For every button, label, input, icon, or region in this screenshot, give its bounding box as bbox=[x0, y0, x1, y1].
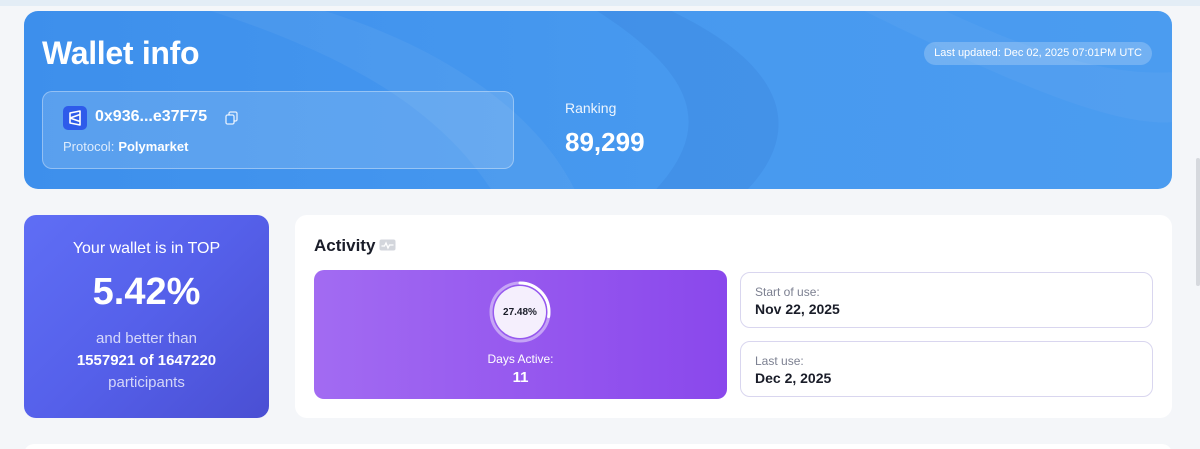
protocol-value: Polymarket bbox=[118, 139, 189, 154]
page-title: Wallet info bbox=[42, 35, 200, 71]
activity-chart-icon[interactable] bbox=[379, 239, 396, 252]
days-active-panel: 27.48% Days Active: 11 bbox=[314, 270, 727, 399]
protocol-row: Protocol: Polymarket bbox=[63, 139, 188, 154]
activity-title: Activity bbox=[314, 236, 376, 255]
ranking-label: Ranking bbox=[565, 100, 617, 116]
top-heading: Your wallet is in TOP bbox=[72, 240, 221, 257]
copy-icon[interactable] bbox=[225, 111, 238, 125]
start-of-use-box: Start of use: Nov 22, 2025 bbox=[740, 272, 1153, 328]
participant-count: 1557921 of 1647220 bbox=[76, 352, 217, 369]
participants-label: participants bbox=[108, 374, 185, 391]
wallet-address: 0x936...e37F75 bbox=[95, 108, 208, 125]
days-active-value: 11 bbox=[512, 369, 529, 386]
next-section-card bbox=[24, 444, 1172, 449]
last-use-box: Last use: Dec 2, 2025 bbox=[740, 341, 1153, 397]
top-rank-card: Your wallet is in TOP 5.42% and better t… bbox=[24, 215, 269, 418]
last-updated-badge: Last updated: Dec 02, 2025 07:01PM UTC bbox=[924, 42, 1152, 65]
top-percent: 5.42% bbox=[92, 271, 201, 313]
better-than-label: and better than bbox=[96, 330, 197, 347]
protocol-label: Protocol: bbox=[63, 139, 115, 154]
wallet-address-box: 0x936...e37F75 Protocol: Polymarket bbox=[42, 91, 514, 169]
scrollbar-thumb[interactable] bbox=[1196, 158, 1200, 286]
start-of-use-label: Start of use: bbox=[755, 285, 820, 299]
last-use-value: Dec 2, 2025 bbox=[755, 370, 832, 386]
days-active-label: Days Active: bbox=[487, 352, 554, 366]
top-strip bbox=[0, 0, 1200, 6]
activity-card: Activity 27.48% Days Active: 11 Start of… bbox=[295, 215, 1172, 418]
activity-percent: 27.48% bbox=[503, 306, 537, 318]
start-of-use-value: Nov 22, 2025 bbox=[755, 301, 840, 317]
wallet-info-card: Wallet info Last updated: Dec 02, 2025 0… bbox=[24, 11, 1172, 189]
polymarket-logo-icon bbox=[63, 106, 87, 130]
last-use-label: Last use: bbox=[755, 354, 804, 368]
ranking-value: 89,299 bbox=[565, 127, 645, 157]
